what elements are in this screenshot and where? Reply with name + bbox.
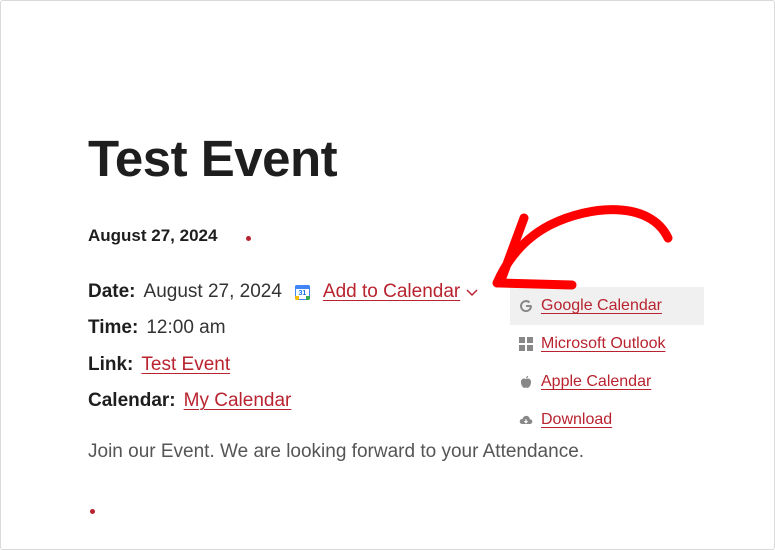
red-arrow-annotation <box>492 205 673 290</box>
